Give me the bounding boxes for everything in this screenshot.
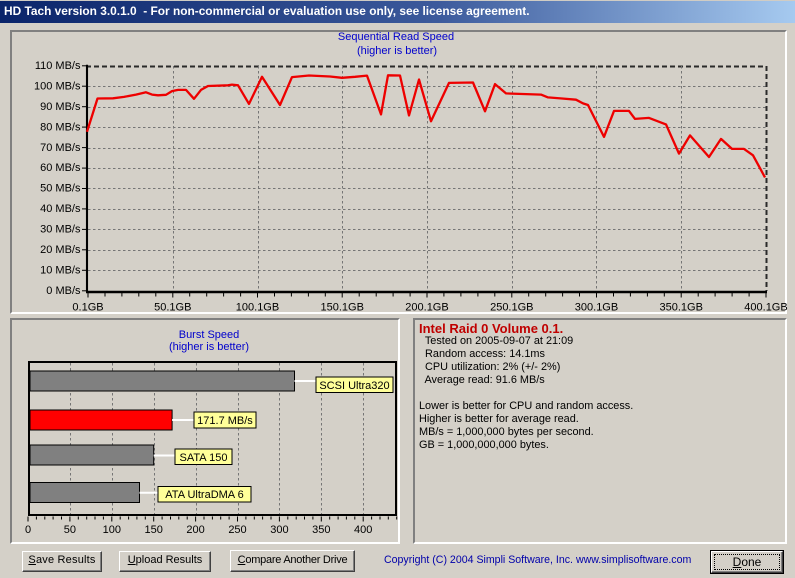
svg-text:400: 400 [354, 524, 372, 536]
svg-text:90 MB/s: 90 MB/s [40, 101, 81, 113]
svg-text:100.1GB: 100.1GB [236, 302, 279, 314]
svg-text:SCSI Ultra320: SCSI Ultra320 [319, 380, 389, 392]
svg-text:350.1GB: 350.1GB [659, 302, 702, 314]
svg-text:110 MB/s: 110 MB/s [35, 60, 81, 72]
svg-text:0: 0 [25, 524, 31, 536]
svg-text:400.1GB: 400.1GB [744, 302, 787, 314]
svg-text:50: 50 [64, 524, 76, 536]
svg-text:ATA UltraDMA 6: ATA UltraDMA 6 [165, 489, 243, 501]
svg-text:171.7 MB/s: 171.7 MB/s [197, 415, 253, 427]
svg-text:250.1GB: 250.1GB [490, 302, 533, 314]
svg-text:SATA 150: SATA 150 [180, 452, 228, 464]
svg-text:60 MB/s: 60 MB/s [40, 162, 81, 174]
svg-text:10 MB/s: 10 MB/s [40, 265, 81, 277]
svg-text:20 MB/s: 20 MB/s [40, 244, 81, 256]
svg-text:0.1GB: 0.1GB [72, 302, 103, 314]
svg-text:40 MB/s: 40 MB/s [40, 203, 81, 215]
svg-text:70 MB/s: 70 MB/s [40, 142, 81, 154]
svg-text:150.1GB: 150.1GB [320, 302, 363, 314]
svg-text:50 MB/s: 50 MB/s [40, 183, 81, 195]
svg-text:200.1GB: 200.1GB [405, 302, 448, 314]
svg-text:300.1GB: 300.1GB [575, 302, 618, 314]
svg-text:80 MB/s: 80 MB/s [40, 121, 81, 133]
svg-text:0 MB/s: 0 MB/s [46, 285, 81, 297]
svg-text:150: 150 [145, 524, 163, 536]
svg-text:30 MB/s: 30 MB/s [40, 224, 81, 236]
svg-text:300: 300 [270, 524, 288, 536]
svg-text:250: 250 [228, 524, 246, 536]
svg-text:100: 100 [103, 524, 121, 536]
svg-text:350: 350 [312, 524, 330, 536]
svg-text:200: 200 [186, 524, 204, 536]
svg-text:100 MB/s: 100 MB/s [34, 81, 81, 93]
svg-text:50.1GB: 50.1GB [154, 302, 191, 314]
